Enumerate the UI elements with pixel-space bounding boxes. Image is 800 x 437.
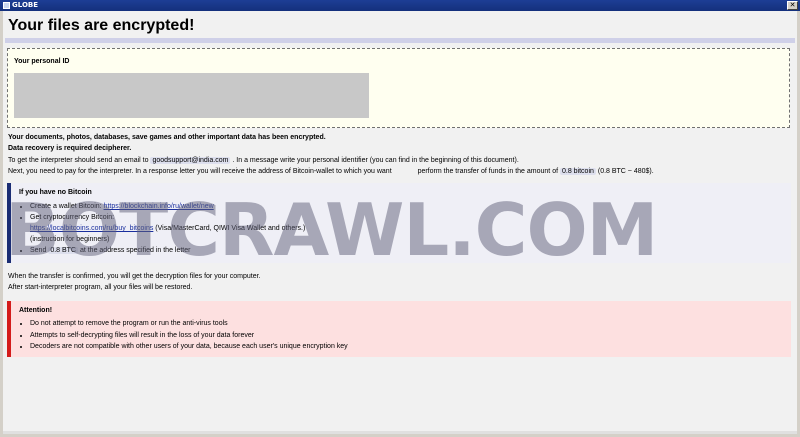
list-item: Do not attempt to remove the program or …	[30, 318, 348, 330]
after-line-1: When the transfer is confirmed, you will…	[8, 273, 261, 280]
attention-list: Do not attempt to remove the program or …	[19, 318, 348, 353]
list-item: Send 0.8 BTC at the address specified in…	[30, 245, 305, 256]
no-bitcoin-title: If you have no Bitcoin	[19, 189, 92, 196]
blockchain-wallet-link[interactable]: https://blockchain.info/ru/wallet/new	[104, 203, 214, 210]
content-area: Your files are encrypted! Your personal …	[3, 11, 797, 434]
no-bitcoin-panel: If you have no Bitcoin Create a wallet B…	[7, 183, 791, 263]
amount-highlight: 0.8 bitcoin	[559, 168, 596, 175]
email-address[interactable]: goodsupport@india.com	[150, 157, 231, 164]
page-title: Your files are encrypted!	[8, 17, 195, 34]
no-bitcoin-list: Create a wallet Bitcoin: https://blockch…	[19, 201, 305, 256]
intro-line-3: To get the interpreter should send an em…	[8, 157, 519, 164]
divider	[5, 38, 795, 43]
intro-line-1: Your documents, photos, databases, save …	[8, 134, 326, 141]
personal-id-box: Your personal ID	[7, 48, 790, 128]
list-item: Decoders are not compatible with other u…	[30, 341, 348, 353]
list-item: Attempts to self-decrypting files will r…	[30, 330, 348, 342]
personal-id-field[interactable]	[14, 73, 369, 118]
list-item: https://localbitcoins.com/ru/buy_bitcoin…	[30, 225, 306, 232]
localbitcoins-link[interactable]: https://localbitcoins.com/ru/buy_bitcoin…	[30, 225, 153, 232]
list-item: Create a wallet Bitcoin: https://blockch…	[30, 201, 305, 212]
close-button[interactable]: ✕	[787, 1, 798, 10]
after-line-2: After start-interpreter program, all you…	[8, 284, 193, 291]
intro-line-2: Data recovery is required decipherer.	[8, 145, 132, 152]
horizontal-scrollbar[interactable]	[3, 431, 797, 434]
intro-line-4: Next, you need to pay for the interprete…	[8, 168, 654, 175]
send-amount: 0.8 BTC	[48, 247, 78, 254]
title-bar: GLOBE ✕	[0, 0, 800, 11]
attention-panel: Attention! Do not attempt to remove the …	[7, 301, 791, 357]
list-item: Get cryptocurrency Bitcoin:	[30, 212, 305, 223]
window-title: GLOBE	[12, 1, 39, 9]
list-item: (instruction for beginners)	[30, 236, 110, 243]
personal-id-label: Your personal ID	[14, 58, 70, 65]
attention-title: Attention!	[19, 307, 53, 314]
app-icon	[3, 2, 10, 9]
